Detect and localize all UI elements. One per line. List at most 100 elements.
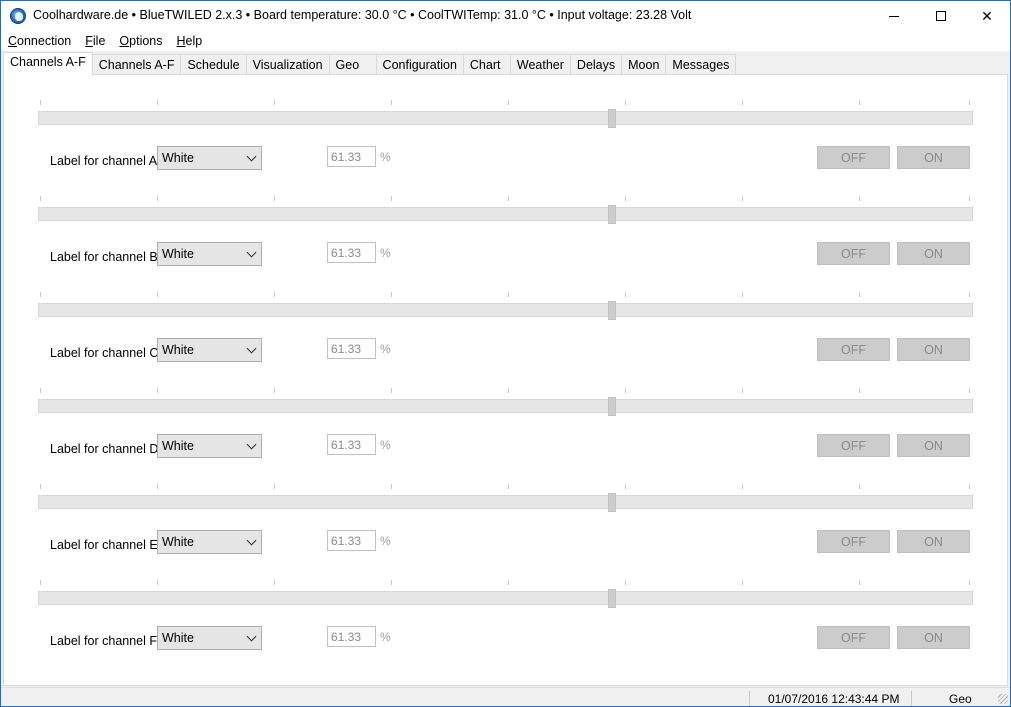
slider-tick (40, 388, 41, 393)
slider-ticks (4, 388, 1007, 394)
percent-unit: % (380, 150, 391, 164)
menu-label: elp (185, 34, 203, 48)
tab-channels-a-f-2[interactable]: Channels A-F (91, 54, 182, 75)
chevron-down-icon (246, 439, 257, 450)
color-select-value: White (162, 247, 194, 261)
slider-thumb[interactable] (608, 397, 616, 416)
tab-configuration[interactable]: Configuration (375, 54, 464, 75)
close-button[interactable]: ✕ (964, 1, 1010, 31)
slider-tick (625, 388, 626, 393)
brightness-slider[interactable] (38, 109, 973, 128)
tab-delays[interactable]: Delays (569, 54, 623, 75)
slider-tick (157, 196, 158, 201)
channel-row: Label for channel F White 61.33% OFF ON (4, 580, 1007, 676)
on-button[interactable]: ON (897, 338, 970, 361)
maximize-icon (936, 11, 946, 21)
menu-connection[interactable]: Connection (1, 31, 78, 51)
off-button[interactable]: OFF (817, 242, 890, 265)
slider-tick (969, 196, 970, 201)
percent-value-field[interactable]: 61.33 (327, 338, 376, 359)
slider-ticks (4, 292, 1007, 298)
brightness-slider[interactable] (38, 205, 973, 224)
slider-ticks (4, 580, 1007, 586)
color-select[interactable]: White (157, 242, 262, 266)
slider-tick (508, 484, 509, 489)
chevron-down-icon (246, 535, 257, 546)
menu-file[interactable]: File (78, 31, 112, 51)
slider-tick (274, 292, 275, 297)
on-button[interactable]: ON (897, 146, 970, 169)
channel-row: Label for channel B White 61.33% OFF ON (4, 196, 1007, 292)
slider-tick (859, 196, 860, 201)
off-button[interactable]: OFF (817, 434, 890, 457)
tab-moon[interactable]: Moon (621, 54, 667, 75)
slider-tick (859, 388, 860, 393)
brightness-slider[interactable] (38, 589, 973, 608)
slider-tick (625, 292, 626, 297)
brightness-slider[interactable] (38, 397, 973, 416)
percent-unit: % (380, 246, 391, 260)
chevron-down-icon (246, 631, 257, 642)
slider-tick (969, 292, 970, 297)
status-bar: 01/07/2016 12:43:44 PM Geo (1, 687, 1010, 706)
app-window: Coolhardware.de • BlueTWILED 2.x.3 • Boa… (0, 0, 1011, 707)
color-select-value: White (162, 343, 194, 357)
tab-schedule[interactable]: Schedule (180, 54, 247, 75)
slider-thumb[interactable] (608, 205, 616, 224)
percent-value-field[interactable]: 61.33 (327, 626, 376, 647)
channel-row: Label for channel A White 61.33% OFF ON (4, 100, 1007, 196)
tab-messages[interactable]: Messages (665, 54, 737, 75)
color-select[interactable]: White (157, 434, 262, 458)
slider-tick (742, 580, 743, 585)
slider-tick (157, 100, 158, 105)
percent-unit: % (380, 534, 391, 548)
slider-tick (742, 484, 743, 489)
color-select[interactable]: White (157, 626, 262, 650)
slider-thumb[interactable] (608, 493, 616, 512)
color-select[interactable]: White (157, 530, 262, 554)
brightness-slider[interactable] (38, 301, 973, 320)
slider-thumb[interactable] (608, 589, 616, 608)
slider-thumb[interactable] (608, 109, 616, 128)
off-button[interactable]: OFF (817, 626, 890, 649)
off-button[interactable]: OFF (817, 146, 890, 169)
on-button[interactable]: ON (897, 434, 970, 457)
tab-chart[interactable]: Chart (462, 54, 511, 75)
resize-grip-icon[interactable] (998, 694, 1008, 704)
percent-unit: % (380, 438, 391, 452)
color-select[interactable]: White (157, 338, 262, 362)
percent-value-field[interactable]: 61.33 (327, 242, 376, 263)
on-button[interactable]: ON (897, 626, 970, 649)
slider-tick (274, 580, 275, 585)
channel-label: Label for channel C (50, 346, 159, 360)
minimize-button[interactable] (871, 1, 917, 31)
on-button[interactable]: ON (897, 530, 970, 553)
percent-value-field[interactable]: 61.33 (327, 146, 376, 167)
slider-tick (859, 292, 860, 297)
off-button[interactable]: OFF (817, 530, 890, 553)
tab-geo[interactable]: Geo (328, 54, 377, 75)
menu-options[interactable]: Options (112, 31, 169, 51)
off-button[interactable]: OFF (817, 338, 890, 361)
brightness-slider[interactable] (38, 493, 973, 512)
slider-tick (391, 196, 392, 201)
slider-ticks (4, 196, 1007, 202)
color-select-value: White (162, 439, 194, 453)
title-bar[interactable]: Coolhardware.de • BlueTWILED 2.x.3 • Boa… (1, 1, 1010, 31)
status-mode: Geo (949, 692, 972, 706)
tab-visualization[interactable]: Visualization (245, 54, 330, 75)
tab-channels-a-f[interactable]: Channels A-F (3, 52, 93, 75)
percent-value-field[interactable]: 61.33 (327, 434, 376, 455)
slider-tick (859, 484, 860, 489)
percent-value-field[interactable]: 61.33 (327, 530, 376, 551)
slider-thumb[interactable] (608, 301, 616, 320)
slider-tick (40, 292, 41, 297)
tab-weather[interactable]: Weather (509, 54, 571, 75)
menu-mnemonic: F (85, 34, 93, 48)
color-select[interactable]: White (157, 146, 262, 170)
slider-tick (742, 100, 743, 105)
maximize-button[interactable] (918, 1, 964, 31)
menu-help[interactable]: Help (170, 31, 210, 51)
status-separator (749, 691, 750, 706)
on-button[interactable]: ON (897, 242, 970, 265)
